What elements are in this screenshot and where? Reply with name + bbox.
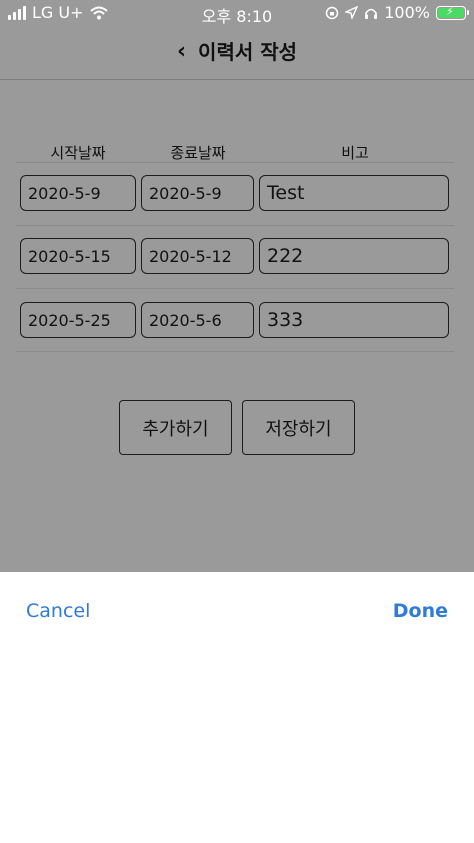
start-date-field[interactable]: 2020-5-9: [20, 175, 136, 211]
navigation-bar: ‹ 이력서 작성: [0, 26, 474, 80]
orientation-lock-icon: [326, 6, 339, 19]
start-date-field[interactable]: 2020-5-25: [20, 302, 136, 338]
done-button[interactable]: Done: [393, 600, 448, 622]
date-picker-sheet: Cancel Done: [0, 572, 474, 843]
row-divider: [16, 225, 454, 226]
column-header-end-date: 종료날짜: [170, 144, 226, 162]
end-date-field[interactable]: 2020-5-6: [141, 302, 254, 338]
note-field[interactable]: Test: [259, 175, 449, 211]
save-button[interactable]: 저장하기: [242, 400, 355, 455]
charging-bolt-icon: ⚡: [446, 4, 454, 18]
nav-title-group: ‹ 이력서 작성: [0, 40, 474, 65]
location-icon: [345, 6, 359, 19]
page-title: 이력서 작성: [198, 40, 298, 64]
cancel-button[interactable]: Cancel: [26, 600, 90, 622]
status-bar: LG U+ 오후 8:10 100% ⚡: [0, 0, 474, 26]
row-divider: [16, 288, 454, 289]
dimmed-screen: LG U+ 오후 8:10 100% ⚡ ‹ 이력서 작성 시작날짜 종료날짜 …: [0, 0, 474, 572]
start-date-field[interactable]: 2020-5-15: [20, 238, 136, 274]
battery-percent: 100%: [384, 3, 430, 22]
end-date-field[interactable]: 2020-5-9: [141, 175, 254, 211]
column-header-note: 비고: [341, 144, 369, 162]
add-button[interactable]: 추가하기: [119, 400, 232, 455]
end-date-field[interactable]: 2020-5-12: [141, 238, 254, 274]
back-chevron-icon[interactable]: ‹: [177, 40, 186, 64]
headphones-icon: [365, 8, 378, 19]
note-field[interactable]: 222: [259, 238, 449, 274]
row-divider: [16, 162, 454, 163]
note-field[interactable]: 333: [259, 302, 449, 338]
row-divider: [16, 351, 454, 352]
battery-icon: ⚡: [436, 4, 469, 20]
column-header-start-date: 시작날짜: [50, 144, 106, 162]
status-right: 100% ⚡: [325, 3, 469, 22]
